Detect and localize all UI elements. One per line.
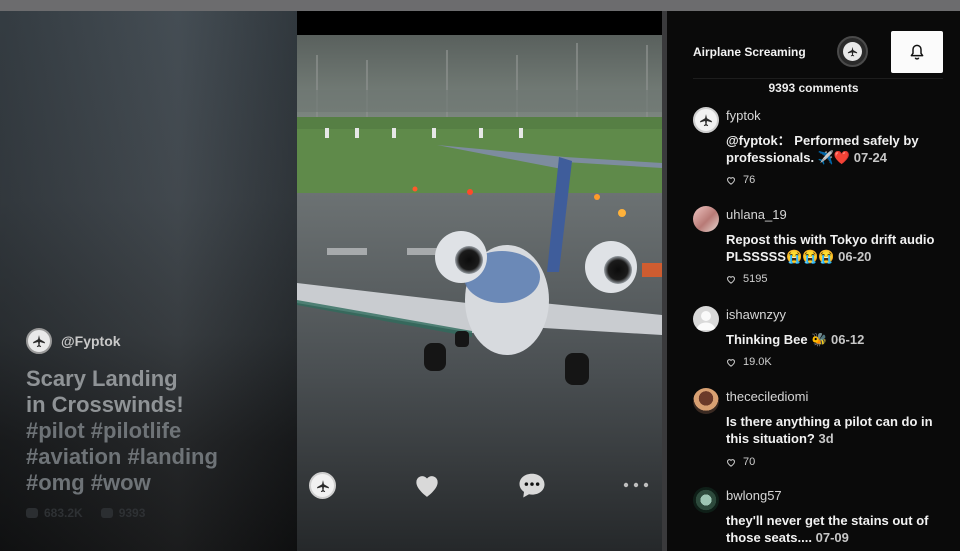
- author-avatar[interactable]: [26, 328, 52, 354]
- commenter-avatar[interactable]: [693, 306, 719, 332]
- comment-like-row[interactable]: 5195: [726, 273, 767, 285]
- faded-stats: 683.2K 9393: [26, 506, 145, 520]
- caption-line: in Crosswinds!: [26, 392, 184, 417]
- commenter-username[interactable]: fyptok: [726, 108, 761, 123]
- comment-like-count: 5195: [743, 273, 768, 285]
- comment-like-row[interactable]: 76: [726, 174, 755, 186]
- heart-icon: [416, 476, 438, 497]
- ellipsis-icon: [623, 482, 649, 488]
- comment-date: 06-12: [831, 332, 865, 347]
- notification-bell-button[interactable]: [891, 31, 943, 73]
- jet-icon: [316, 479, 329, 492]
- commenter-avatar[interactable]: [693, 206, 719, 232]
- jet-icon: [33, 335, 45, 348]
- comment-bubble-icon: [519, 473, 545, 498]
- commenter-username[interactable]: bwlong57: [726, 488, 782, 503]
- sound-disc-button[interactable]: [837, 36, 868, 67]
- comment-date: 3d: [818, 431, 834, 446]
- author-row[interactable]: @Fyptok: [26, 328, 121, 354]
- commenter-avatar[interactable]: [693, 487, 719, 513]
- commenter-username[interactable]: uhlana_19: [726, 207, 787, 222]
- comment-date: 07-24: [853, 150, 887, 165]
- bell-icon: [910, 44, 924, 60]
- browser-top-strip: [0, 0, 960, 11]
- creator-avatar-button[interactable]: [309, 472, 336, 499]
- comment-date: 06-20: [838, 249, 872, 264]
- comment-like-row[interactable]: 70: [726, 456, 755, 468]
- heart-icon: [26, 508, 38, 518]
- caption-line: Scary Landing: [26, 366, 178, 391]
- comment-item: thececilediomi Is there anything a pilot…: [693, 388, 948, 478]
- more-options-button[interactable]: [619, 478, 653, 492]
- video-action-bar: [297, 460, 662, 510]
- comment-text: Thinking Bee 🐝: [726, 332, 828, 347]
- heart-outline-icon[interactable]: [726, 358, 736, 367]
- sound-title[interactable]: Airplane Screaming: [693, 45, 806, 59]
- comments-panel: Airplane Screaming 9393 comments fyptok …: [667, 11, 960, 551]
- like-button[interactable]: [410, 470, 444, 500]
- comment-icon: [100, 508, 113, 518]
- author-handle[interactable]: @Fyptok: [61, 333, 121, 349]
- hashtag-line[interactable]: #aviation #landing: [26, 444, 276, 470]
- comment-text: Repost this with Tokyo drift audio PLSSS…: [726, 232, 935, 264]
- comment-text: @fyptok： Performed safely by professiona…: [726, 133, 919, 165]
- commenter-avatar[interactable]: [693, 107, 719, 133]
- commenter-username[interactable]: thececilediomi: [726, 389, 808, 404]
- comment-count: 9393 comments: [768, 81, 859, 95]
- hashtag-line[interactable]: #pilot #pilotlife: [26, 418, 276, 444]
- comment-date: 07-09: [815, 530, 849, 545]
- comment-like-count: 76: [743, 174, 756, 186]
- heart-outline-icon[interactable]: [726, 176, 736, 185]
- comment-like-count: 19.0K: [743, 356, 772, 368]
- heart-outline-icon[interactable]: [726, 275, 736, 284]
- comment-item: fyptok @fyptok： Performed safely by prof…: [693, 107, 948, 197]
- commenter-avatar[interactable]: [693, 388, 719, 414]
- comment-item: uhlana_19 Repost this with Tokyo drift a…: [693, 206, 948, 296]
- default-avatar-icon: [696, 311, 716, 330]
- hashtag-line[interactable]: #omg #wow: [26, 470, 276, 496]
- jet-icon: [700, 114, 712, 127]
- faded-comment-count: 9393: [118, 506, 146, 520]
- header-divider: [693, 78, 943, 79]
- comment-like-row[interactable]: 19.0K: [726, 356, 772, 368]
- heart-outline-icon[interactable]: [726, 458, 736, 467]
- faded-like-count: 683.2K: [44, 506, 83, 520]
- commenter-username[interactable]: ishawnzyy: [726, 307, 786, 322]
- jet-icon: [847, 46, 858, 57]
- comment-item: ishawnzyy Thinking Bee 🐝 06-12 19.0K: [693, 306, 948, 381]
- comment-item: bwlong57 they'll never get the stains ou…: [693, 487, 948, 551]
- comment-button[interactable]: [515, 470, 549, 500]
- comment-like-count: 70: [743, 456, 756, 468]
- post-caption: Scary Landing in Crosswinds! #pilot #pil…: [26, 366, 276, 496]
